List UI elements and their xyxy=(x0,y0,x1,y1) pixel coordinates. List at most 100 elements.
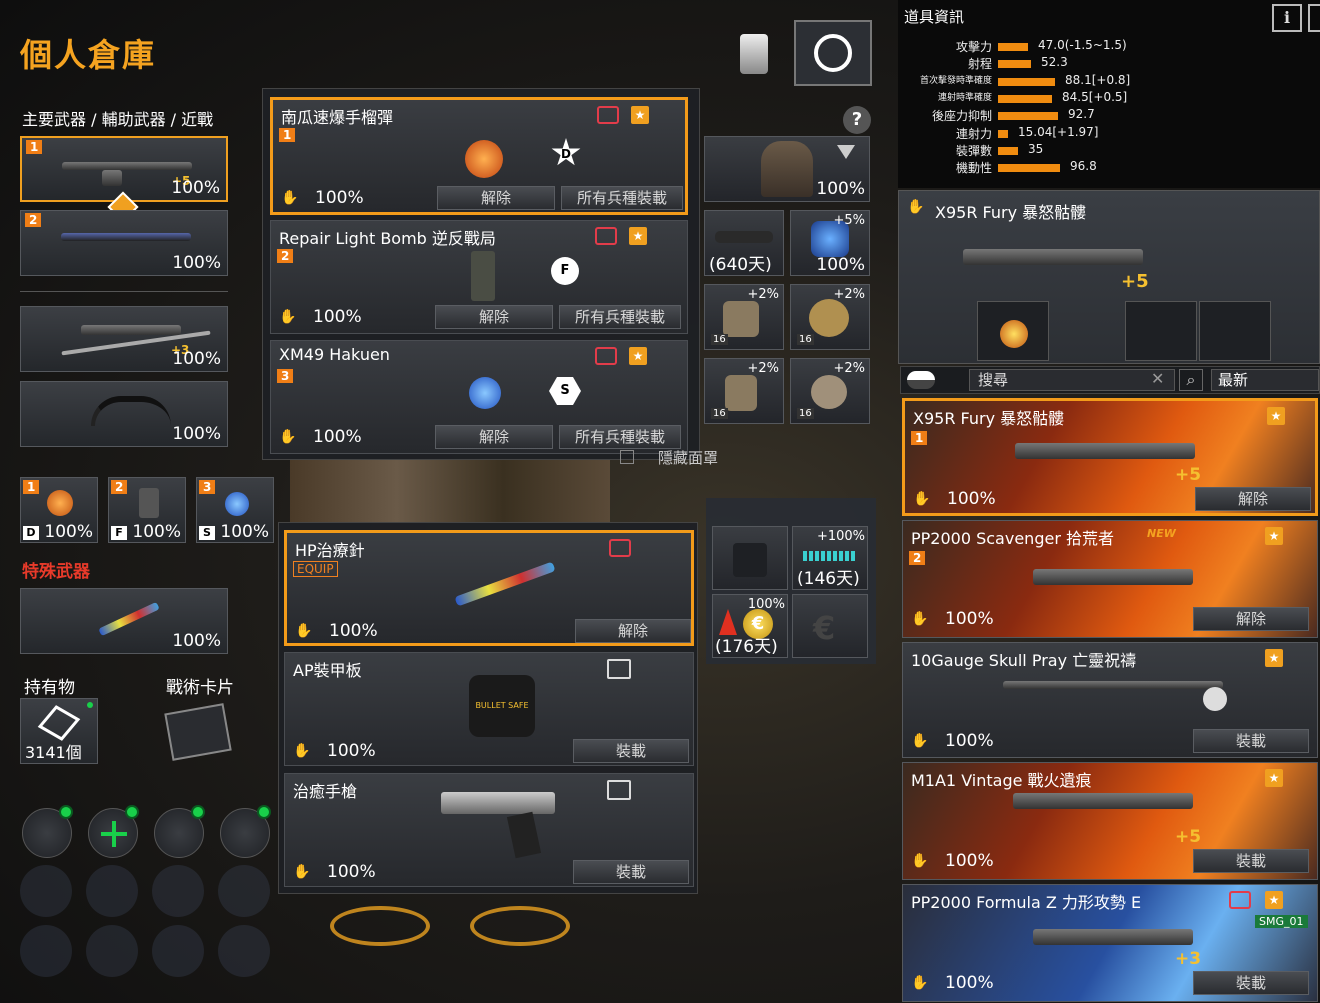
gear-slot-2[interactable]: +5% 100% xyxy=(790,210,870,276)
menu-icon[interactable] xyxy=(1308,4,1320,32)
toggle-icon[interactable] xyxy=(907,371,935,389)
page-title: 個人倉庫 xyxy=(20,36,157,74)
sidearm-slot[interactable]: +3 100% xyxy=(20,306,228,372)
equip-all-classes-button[interactable]: 所有兵種裝載 xyxy=(559,305,681,329)
unequip-button[interactable]: 解除 xyxy=(575,619,691,643)
search-input[interactable]: 搜尋 xyxy=(969,369,1175,391)
hand-icon: ✋ xyxy=(911,611,929,627)
magazine-button[interactable] xyxy=(154,805,205,858)
grenade-slot-2[interactable]: 2 F 100% xyxy=(108,477,186,543)
unequip-button[interactable]: 解除 xyxy=(435,425,553,449)
weapon-name: 10Gauge Skull Pray 亡靈祝禱 xyxy=(911,651,1137,670)
equip-all-classes-button[interactable]: 所有兵種裝載 xyxy=(561,186,683,210)
durability: 100% xyxy=(945,851,994,871)
secondary-weapon-slot[interactable]: 2 100% xyxy=(20,210,228,276)
durability: 100% xyxy=(329,621,378,641)
help-icon[interactable]: ? xyxy=(843,106,871,134)
cube-icon xyxy=(37,705,81,741)
stat-bar xyxy=(998,77,1055,86)
weapon-list-item[interactable]: X95R Fury 暴怒骷髏 1 ★ +5 ✋ 100% 解除 xyxy=(902,398,1318,516)
gear-slot-3[interactable]: +2% 16 xyxy=(704,284,784,350)
stat-row: 連射力 15.04[+1.97] xyxy=(898,125,1198,142)
lock-icon[interactable] xyxy=(609,539,631,557)
equip-button[interactable]: 裝載 xyxy=(1193,971,1309,995)
attachment-grip[interactable] xyxy=(1199,301,1271,361)
gear-slot-4[interactable]: +2% 16 xyxy=(790,284,870,350)
notify-dot xyxy=(59,805,73,819)
sort-dropdown[interactable]: 最新 xyxy=(1211,369,1319,391)
unequip-button[interactable]: 解除 xyxy=(435,305,553,329)
lock-icon[interactable] xyxy=(595,347,617,365)
item-button-1[interactable] xyxy=(22,805,73,858)
inspect-icon[interactable] xyxy=(607,780,631,800)
empty-slot xyxy=(152,925,204,977)
tactical-card-icon[interactable] xyxy=(164,703,232,761)
weapon-list-item[interactable]: PP2000 Scavenger 拾荒者 NEW 2 ★ ✋ 100% 解除 xyxy=(902,520,1318,638)
search-icon[interactable]: ⌕ xyxy=(1179,369,1203,391)
equip-button[interactable]: 裝載 xyxy=(1193,729,1309,753)
gear-slot-6[interactable]: +2% 16 xyxy=(790,358,870,424)
rifle-icon xyxy=(62,162,192,170)
spray-icon[interactable] xyxy=(740,34,768,74)
tag-badge: SMG_01 xyxy=(1255,915,1308,928)
category-tabs[interactable]: 主要武器 / 輔助武器 / 近戰 xyxy=(22,106,262,130)
grenade-slot-1[interactable]: 1 D 100% xyxy=(20,477,98,543)
grenade-slot-3[interactable]: 3 S 100% xyxy=(196,477,274,543)
info-icon[interactable]: i xyxy=(1272,4,1302,32)
lock-icon[interactable] xyxy=(1229,891,1251,909)
unequip-button[interactable]: 解除 xyxy=(1195,487,1311,511)
enhance-badge: +3 xyxy=(1175,949,1202,969)
lock-icon[interactable] xyxy=(595,227,617,245)
weapon-list-item[interactable]: 10Gauge Skull Pray 亡靈祝禱 ★ ✋ 100% 裝載 xyxy=(902,642,1318,758)
special-weapon-slot[interactable]: 100% xyxy=(20,588,228,654)
gear-slot-5[interactable]: +2% 16 xyxy=(704,358,784,424)
ammo-button[interactable] xyxy=(220,805,271,858)
rotate-left-icon[interactable] xyxy=(330,906,430,946)
rotate-down-icon[interactable] xyxy=(470,906,570,946)
unequip-button[interactable]: 解除 xyxy=(1193,607,1309,631)
boost-slot-empty[interactable] xyxy=(712,526,788,590)
equip-button[interactable]: 裝載 xyxy=(573,739,689,763)
stat-row: 裝彈數 35 xyxy=(898,142,1198,159)
special-card-3[interactable]: 治癒手槍 ✋ 100% 裝載 xyxy=(284,773,694,887)
add-item-button[interactable] xyxy=(88,805,139,858)
weapon-list-item[interactable]: PP2000 Formula Z 力形攻勢 E ★ SMG_01 +3 ✋ 10… xyxy=(902,884,1318,1002)
grenade-card-2[interactable]: Repair Light Bomb 逆反戰局 2 ★ F ✋ 100% 解除 所… xyxy=(270,220,688,334)
equip-button[interactable]: 裝載 xyxy=(573,860,689,884)
attachment-trigger[interactable] xyxy=(1125,301,1197,361)
unequip-button[interactable]: 解除 xyxy=(437,186,555,210)
boost-slot-xp[interactable]: +100% (146天) xyxy=(792,526,868,590)
boost-slot-euro[interactable]: € xyxy=(792,594,868,658)
weapon-list-item[interactable]: M1A1 Vintage 戰火遺痕 ★ +5 ✋ 100% 裝載 xyxy=(902,762,1318,880)
melee-slot[interactable]: 100% xyxy=(20,381,228,447)
special-card-2[interactable]: AP裝甲板 BULLET SAFE ✋ 100% 裝載 xyxy=(284,652,694,766)
flash-bomb-icon xyxy=(139,488,159,518)
inspect-icon[interactable] xyxy=(607,659,631,679)
notify-dot xyxy=(125,805,139,819)
flash-bomb-icon xyxy=(471,251,495,301)
equip-all-classes-button[interactable]: 所有兵種裝載 xyxy=(559,425,681,449)
durability: 100% xyxy=(220,522,269,542)
equip-button[interactable]: 裝載 xyxy=(1193,849,1309,873)
star-icon: ★ xyxy=(1265,769,1283,787)
character-portrait-slot[interactable]: 100% xyxy=(704,136,870,202)
grenade-card-3[interactable]: XM49 Hakuen 3 ★ S ✋ 100% 解除 所有兵種裝載 xyxy=(270,340,688,454)
boost-slot-money[interactable]: 100% € (176天) xyxy=(712,594,788,658)
character-select-button[interactable] xyxy=(794,20,872,86)
grenade-card-1[interactable]: 南瓜速爆手榴彈 1 ★ D ✋ 100% 解除 所有兵種裝載 xyxy=(270,97,688,215)
lock-icon[interactable] xyxy=(597,106,619,124)
hide-mask-checkbox[interactable] xyxy=(620,450,634,464)
clear-icon[interactable]: ✕ xyxy=(1151,369,1164,388)
status-dot xyxy=(87,702,93,708)
rifle-grip-icon xyxy=(102,170,122,186)
slot-number: 1 xyxy=(26,140,43,154)
shotgun-icon xyxy=(1003,681,1223,689)
equip-tag: EQUIP xyxy=(293,561,338,577)
holdings-slot[interactable]: 3141個 xyxy=(20,698,98,764)
armor-plate-icon: BULLET SAFE xyxy=(469,675,535,737)
gear-slot-1[interactable]: (640天) xyxy=(704,210,784,276)
stat-row: 攻擊力 47.0(-1.5~1.5) xyxy=(898,38,1198,55)
attachment-muzzle[interactable] xyxy=(977,301,1049,361)
special-card-1[interactable]: HP治療針 EQUIP ✋ 100% 解除 xyxy=(284,530,694,646)
hand-icon: ✋ xyxy=(281,190,299,206)
